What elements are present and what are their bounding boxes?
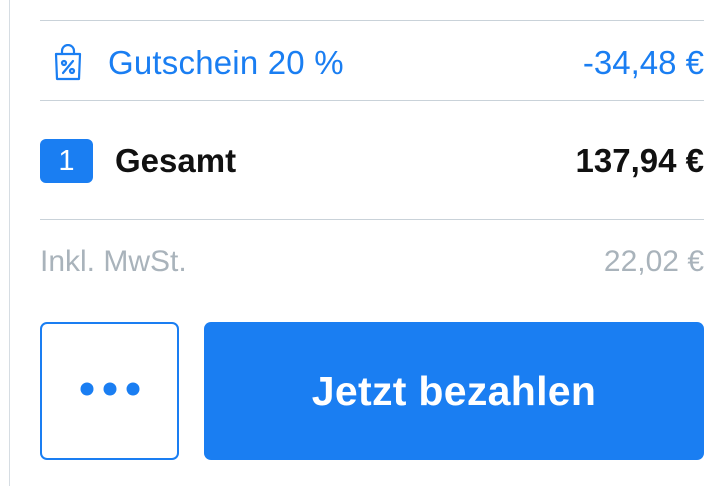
total-row: 1 Gesamt 137,94 €	[40, 135, 704, 187]
total-amount: 137,94 €	[575, 142, 704, 179]
shopping-bag-percent-icon	[50, 40, 86, 86]
coupon-row: Gutschein 20 % -34,48 €	[40, 36, 704, 90]
checkout-summary-panel: Gutschein 20 % -34,48 € 1 Gesamt 137,94 …	[0, 0, 726, 486]
divider	[40, 219, 704, 220]
total-label: Gesamt	[115, 142, 237, 179]
coupon-amount: -34,48 €	[582, 44, 704, 81]
panel-left-border	[0, 0, 10, 486]
more-dots-icon	[79, 381, 141, 402]
coupon-label: Gutschein 20 %	[108, 44, 344, 81]
more-options-button[interactable]	[40, 322, 179, 460]
pay-now-button[interactable]: Jetzt bezahlen	[204, 322, 704, 460]
tax-label: Inkl. MwSt.	[40, 245, 187, 278]
tax-amount: 22,02 €	[603, 245, 704, 278]
quantity-badge: 1	[40, 139, 93, 183]
divider	[40, 20, 704, 21]
tax-row: Inkl. MwSt. 22,02 €	[40, 240, 704, 284]
divider	[40, 100, 704, 101]
